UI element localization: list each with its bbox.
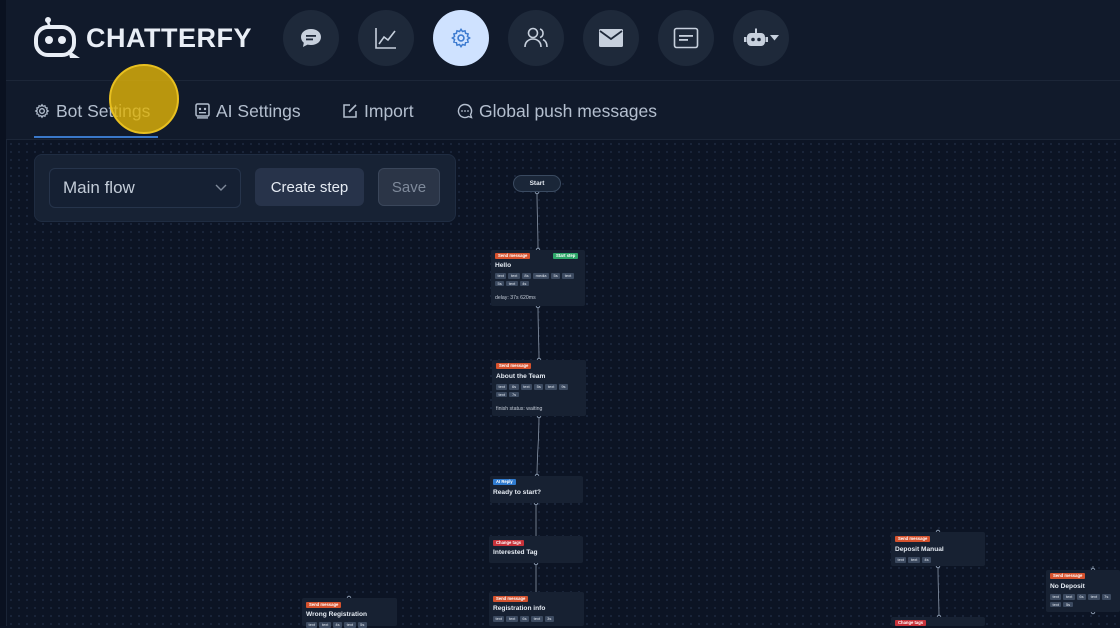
flow-controls-panel: Main flow Create step Save <box>34 154 456 222</box>
node-content-chips: text text 6s text 7s text 5s <box>1050 594 1120 607</box>
chip: text <box>1088 594 1100 600</box>
node-finish-status: finish status: waiting <box>496 406 543 412</box>
start-node[interactable]: Start <box>513 175 561 192</box>
send-message-badge: Send message <box>306 602 342 608</box>
chip: text <box>493 616 505 622</box>
chip: text <box>496 384 508 390</box>
send-message-badge: Send message <box>1050 573 1086 579</box>
chip: 6s <box>519 616 530 622</box>
send-message-badge: Send message <box>895 536 931 542</box>
chip: 4s <box>921 557 932 563</box>
send-message-badge: Send message <box>496 363 532 369</box>
chip: text <box>319 622 331 628</box>
start-step-badge: Start step <box>553 253 579 259</box>
chip: text <box>520 384 533 390</box>
send-message-badge: Send message <box>493 596 529 602</box>
chip: text <box>895 557 907 563</box>
chip: text <box>1050 601 1062 607</box>
node-content-chips: text text 8s media 5s text 5s text 4s <box>495 273 575 286</box>
chip: text <box>506 616 518 622</box>
chip: text <box>545 384 557 390</box>
node-content-chips: text text 4s <box>895 557 981 563</box>
node-title: About the Team <box>496 373 546 380</box>
flow-node-hello[interactable]: Send message Start step Hello text text … <box>491 250 585 306</box>
flow-node-registration-info[interactable]: Send message Registration info text text… <box>489 592 584 626</box>
chip: media <box>533 273 550 279</box>
node-content-chips: text 6s text 5s text 9s text 7s <box>496 384 580 397</box>
chip: 5s <box>534 384 544 390</box>
send-message-badge: Send message <box>495 253 531 259</box>
node-content-chips: text text 6s text 3s <box>493 616 579 622</box>
chip: 7s <box>509 391 519 397</box>
ai-reply-badge: AI Reply <box>493 479 516 485</box>
chip: 7s <box>1101 594 1111 600</box>
chip: 6s <box>1076 594 1087 600</box>
chip: text <box>344 622 356 628</box>
node-title: Hello <box>495 262 512 269</box>
flow-node-wrong-registration[interactable]: Send message Wrong Registration text tex… <box>302 598 397 628</box>
node-title: No Deposit <box>1050 583 1085 590</box>
chip: text <box>496 391 508 397</box>
chip: 8s <box>521 273 532 279</box>
node-content-chips: text text 4s text 5s <box>306 622 392 628</box>
node-title: Interested Tag <box>493 549 538 556</box>
chip: text <box>908 557 920 563</box>
flow-select-value: Main flow <box>63 178 135 197</box>
chip: 5s <box>1063 601 1073 607</box>
flow-select[interactable]: Main flow <box>49 168 241 208</box>
chip: text <box>508 273 520 279</box>
node-title: Registration info <box>493 605 546 612</box>
node-delay: delay: 37s 620ms <box>495 295 536 301</box>
chip: text <box>495 273 507 279</box>
chip: 4s <box>519 280 529 286</box>
chevron-down-icon <box>215 184 227 191</box>
flow-node-ready-to-start[interactable]: AI Reply Ready to start? <box>490 476 583 503</box>
chip: 9s <box>558 384 569 390</box>
chip: 4s <box>332 622 343 628</box>
flow-node-deposit-manual[interactable]: Send message Deposit Manual text text 4s <box>891 532 985 566</box>
cursor-highlight <box>109 64 179 134</box>
chip: text <box>306 622 318 628</box>
chip: 5s <box>495 280 505 286</box>
node-title: Deposit Manual <box>895 546 944 553</box>
flow-node-no-deposit[interactable]: Send message No Deposit text text 6s tex… <box>1046 570 1120 612</box>
change-tags-badge: Change tags <box>493 540 525 546</box>
flow-node-interested-tag[interactable]: Change tags Interested Tag <box>489 536 583 563</box>
create-step-button[interactable]: Create step <box>255 168 364 206</box>
flow-node-change-tags-partial[interactable]: Change tags <box>891 617 985 626</box>
chip: text <box>1050 594 1062 600</box>
chip: text <box>506 280 518 286</box>
save-button[interactable]: Save <box>378 168 440 206</box>
chip: 5s <box>551 273 561 279</box>
chip: text <box>1063 594 1075 600</box>
chip: text <box>531 616 543 622</box>
chip: 3s <box>544 616 554 622</box>
flow-node-about-the-team[interactable]: Send message About the Team text 6s text… <box>492 360 586 416</box>
change-tags-badge: Change tags <box>895 620 927 626</box>
chip: 5s <box>357 622 367 628</box>
chip: text <box>562 273 574 279</box>
node-title: Wrong Registration <box>306 611 368 618</box>
node-title: Ready to start? <box>493 489 541 496</box>
chip: 6s <box>509 384 519 390</box>
